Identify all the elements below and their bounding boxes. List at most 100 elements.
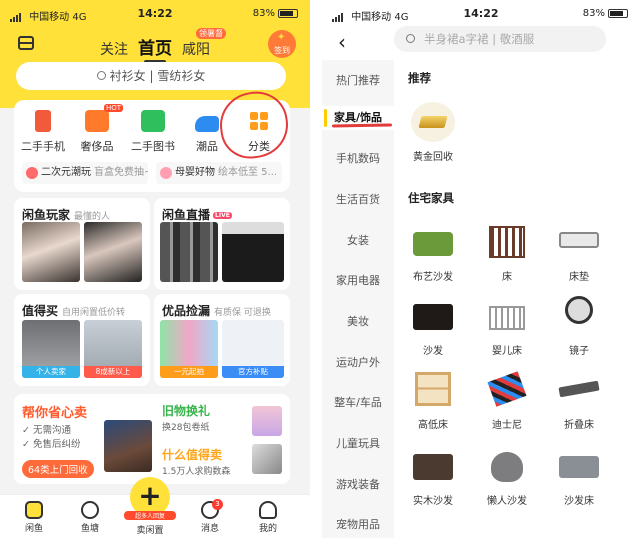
folding-bed-icon — [557, 370, 601, 410]
sneaker-icon — [195, 116, 219, 132]
crib-icon — [485, 296, 529, 336]
baby-icon — [160, 167, 172, 179]
battery-percent: 83% — [252, 8, 275, 19]
live-photo — [160, 222, 218, 282]
product-mattress[interactable]: 床垫 — [544, 222, 614, 283]
category-books[interactable]: 二手图书 — [126, 110, 180, 154]
back-arrow-icon[interactable]: ‹ — [338, 30, 346, 54]
search-icon — [406, 34, 415, 43]
category-luxury[interactable]: HOT 奢侈品 — [70, 104, 124, 154]
user-icon — [259, 501, 277, 519]
wood-sofa-icon — [411, 446, 455, 486]
worth-sell-title[interactable]: 什么值得卖 — [162, 446, 222, 463]
category-phone[interactable]: 二手手机 — [16, 110, 70, 154]
search-input[interactable]: 衬衫女 | 雪纺衫女 — [16, 62, 286, 90]
scan-icon[interactable] — [16, 36, 36, 50]
furniture-title: 住宅家具 — [408, 191, 454, 205]
players-card[interactable]: 闲鱼玩家 最懂的人 — [14, 198, 150, 290]
battery-icon — [608, 9, 628, 18]
product-photo: 8成新以上 — [84, 320, 142, 378]
status-bar: 中国移动 4G 14:22 83% — [0, 6, 310, 23]
book-icon — [141, 110, 165, 132]
search-placeholder: 半身裙a字裙 | 敬酒服 — [424, 32, 535, 46]
nav-home[interactable]: 闲鱼 — [12, 501, 56, 534]
search-icon — [96, 71, 106, 80]
category-screen: 中国移动 4G 14:22 83% ‹ 半身裙a字裙 | 敬酒服 热门推荐 家具… — [322, 0, 640, 538]
bag-icon: HOT — [85, 104, 123, 132]
tool-photo — [252, 444, 282, 474]
old-exchange-title[interactable]: 旧物换礼 — [162, 402, 210, 419]
product-crib[interactable]: 婴儿床 — [472, 296, 542, 357]
product-sofa[interactable]: 沙发 — [398, 296, 468, 357]
product-wood-sofa[interactable]: 实木沙发 — [398, 446, 468, 507]
home-screen: 中国移动 4G 14:22 83% 关注 首页 咸阳 领暑督 签到 衬衫女 | … — [0, 0, 310, 538]
product-disney[interactable]: 迪士尼 — [472, 370, 542, 431]
unread-badge: 3 — [212, 499, 223, 510]
product-bed[interactable]: 床 — [472, 222, 542, 283]
sidebar-item-games[interactable]: 游戏装备 — [322, 474, 394, 496]
top-tabs: 关注 首页 咸阳 — [100, 34, 210, 64]
sidebar-item-daily[interactable]: 生活百货 — [322, 189, 394, 211]
tissue-photo — [252, 406, 282, 436]
quality-card[interactable]: 优品捡漏 有质保 可退换 一元起拍 官方补贴 — [154, 294, 290, 386]
status-bar: 中国移动 4G 14:22 83% — [322, 6, 640, 23]
product-sofa-bed[interactable]: 沙发床 — [544, 446, 614, 507]
phone-icon — [35, 110, 51, 132]
nav-messages[interactable]: 3 消息 — [188, 499, 232, 534]
phone-photo: 一元起拍 — [160, 320, 218, 378]
earbuds-photo: 官方补贴 — [222, 320, 284, 378]
hot-tag: HOT — [103, 104, 123, 112]
sidebar-item-digital[interactable]: 手机数码 — [322, 148, 394, 170]
player-photo — [84, 222, 142, 282]
search-placeholder: 衬衫女 | 雪纺衫女 — [109, 69, 206, 83]
product-fabric-sofa[interactable]: 布艺沙发 — [398, 222, 468, 283]
sidebar-item-appliance[interactable]: 家用电器 — [322, 270, 394, 292]
live-card[interactable]: 闲鱼直播 LIVE — [154, 198, 290, 290]
recommend-title: 推荐 — [408, 71, 431, 85]
product-photo: 个人卖家 — [22, 320, 80, 378]
sidebar-item-sports[interactable]: 运动户外 — [322, 352, 394, 374]
tab-city[interactable]: 咸阳 — [182, 39, 210, 59]
city-badge: 领暑督 — [196, 28, 226, 39]
sign-in-button[interactable]: 签到 — [268, 30, 296, 58]
mattress-icon — [557, 222, 601, 262]
beanbag-icon — [485, 446, 529, 486]
mirror-icon — [557, 296, 601, 336]
live-photo — [222, 222, 284, 282]
sidebar-item-beauty[interactable]: 美妆 — [322, 311, 394, 333]
gold-icon — [411, 102, 455, 142]
product-mirror[interactable]: 镜子 — [544, 296, 614, 357]
product-folding-bed[interactable]: 折叠床 — [544, 370, 614, 431]
sofa-bed-icon — [557, 446, 601, 486]
sidebar-item-car[interactable]: 整车/车品 — [322, 392, 394, 414]
sidebar-item-women[interactable]: 女装 — [322, 230, 394, 252]
sidebar-item-hot[interactable]: 热门推荐 — [322, 70, 394, 92]
battery-icon — [278, 9, 298, 18]
promo-baby[interactable]: 母婴好物 绘本低至 5... — [156, 162, 282, 184]
sidebar-item-pets[interactable]: 宠物用品 — [322, 514, 394, 536]
product-gold[interactable]: 黄金回收 — [398, 102, 468, 163]
sofa-icon — [411, 222, 455, 262]
nav-pond[interactable]: 鱼塘 — [68, 501, 112, 534]
tab-follow[interactable]: 关注 — [100, 39, 128, 59]
help-sell-card[interactable]: 帮你省心卖 ✓ 无需沟通 ✓ 免售后纠纷 64类上门回收 旧物换礼 换28包卷纸… — [14, 394, 290, 484]
bottom-nav: 闲鱼 鱼塘 + 超多人回复 卖闲置 3 消息 我的 — [0, 477, 310, 538]
publish-tag: 超多人回复 — [124, 511, 176, 520]
recycle-button[interactable]: 64类上门回收 — [22, 460, 94, 478]
home-icon — [25, 501, 43, 519]
pond-icon — [81, 501, 99, 519]
bunk-bed-icon — [411, 370, 455, 410]
category-sidebar: 热门推荐 家具/饰品 手机数码 生活百货 女装 家用电器 美妆 运动户外 整车/… — [322, 60, 394, 538]
message-icon: 3 — [201, 499, 223, 519]
sidebar-item-toys[interactable]: 儿童玩具 — [322, 433, 394, 455]
category-search-input[interactable]: 半身裙a字裙 | 敬酒服 — [394, 26, 606, 52]
disney-icon — [485, 370, 529, 410]
toy-icon — [26, 167, 38, 179]
worth-buy-card[interactable]: 值得买 自用闲置低价转 个人卖家 8成新以上 — [14, 294, 150, 386]
product-bunk-bed[interactable]: 高低床 — [398, 370, 468, 431]
promo-toys[interactable]: 二次元潮玩 盲盒免费抽~ — [22, 162, 148, 184]
player-photo — [22, 222, 80, 282]
nav-profile[interactable]: 我的 — [246, 501, 290, 534]
product-beanbag[interactable]: 懒人沙发 — [472, 446, 542, 507]
tab-home[interactable]: 首页 — [138, 34, 172, 64]
